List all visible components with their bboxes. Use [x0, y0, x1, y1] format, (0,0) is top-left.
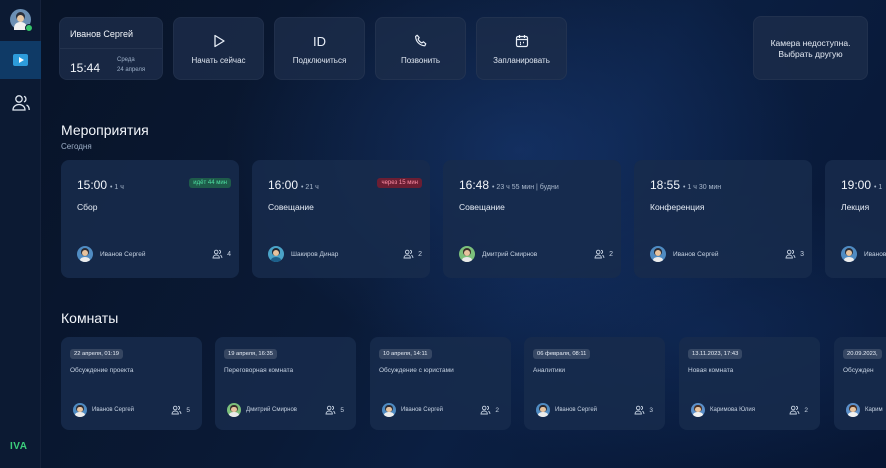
room-timestamp: 10 апреля, 14:11	[379, 349, 432, 359]
room-timestamp: 13.11.2023, 17:43	[688, 349, 743, 359]
room-title: Аналитики	[533, 367, 566, 374]
room-owner: Дмитрий Смирнов	[246, 407, 297, 413]
room-card[interactable]: 19 апреля, 16:35 Переговорная комната Дмит…	[215, 337, 356, 430]
room-card[interactable]: 13.11.2023, 17:43 Новая комната Каримова Ю…	[679, 337, 820, 430]
room-owner: Иванов Сергей	[555, 407, 598, 413]
room-owner: Каримова Юлия	[710, 407, 755, 413]
participants-icon	[634, 405, 645, 415]
room-owner: Иванов Сергей	[92, 407, 135, 413]
room-participant-count: 5	[340, 406, 344, 414]
avatar	[691, 403, 705, 417]
room-card[interactable]: 22 апреля, 01:19 Обсуждение проекта Иванов…	[61, 337, 202, 430]
participants-icon	[789, 405, 800, 415]
room-participant-count: 2	[804, 406, 808, 414]
room-timestamp: 22 апреля, 01:19	[70, 349, 123, 359]
avatar	[536, 403, 550, 417]
avatar	[382, 403, 396, 417]
participants-icon	[480, 405, 491, 415]
avatar	[73, 403, 87, 417]
rooms-list: 22 апреля, 01:19 Обсуждение проекта Иванов…	[0, 0, 886, 468]
room-participants: 5	[325, 405, 344, 415]
room-title: Новая комната	[688, 367, 734, 374]
participants-icon	[325, 405, 336, 415]
room-owner: Иванов Сергей	[401, 407, 444, 413]
room-timestamp: 19 апреля, 16:35	[224, 349, 277, 359]
room-owner: Карим	[865, 407, 883, 413]
room-card[interactable]: 10 апреля, 14:11 Обсуждение с юристами Ива…	[370, 337, 511, 430]
room-title: Обсуждение проекта	[70, 367, 134, 374]
room-participant-count: 2	[495, 406, 499, 414]
room-timestamp: 20.09.2023,	[843, 349, 882, 359]
room-participants: 2	[789, 405, 808, 415]
room-participant-count: 3	[649, 406, 653, 414]
room-timestamp: 06 февраля, 08:11	[533, 349, 591, 359]
room-card[interactable]: 06 февраля, 08:11 Аналитики Иванов Сергей 3	[524, 337, 665, 430]
room-participant-count: 5	[186, 406, 190, 414]
room-title: Переговорная комната	[224, 367, 294, 374]
room-participants: 2	[480, 405, 499, 415]
avatar	[846, 403, 860, 417]
participants-icon	[171, 405, 182, 415]
room-participants: 3	[634, 405, 653, 415]
avatar	[227, 403, 241, 417]
room-participants: 5	[171, 405, 190, 415]
room-card[interactable]: 20.09.2023, Обсужден Карим	[834, 337, 886, 430]
room-title: Обсуждение с юристами	[379, 367, 454, 374]
room-title: Обсужден	[843, 367, 874, 374]
